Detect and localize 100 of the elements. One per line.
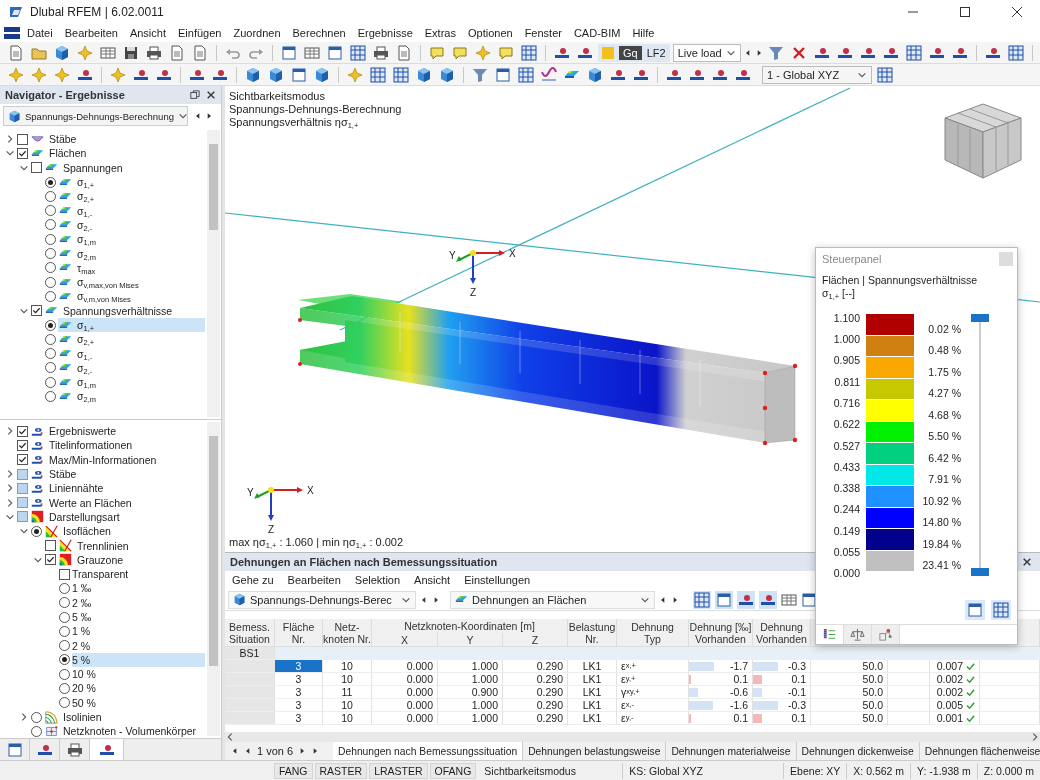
status-toggle[interactable]: LRASTER <box>369 762 428 779</box>
flag-icon[interactable] <box>4 27 20 39</box>
radio-button[interactable] <box>45 376 56 388</box>
grid-icon[interactable] <box>877 66 893 83</box>
panel-tab[interactable] <box>872 625 900 644</box>
module-dropdown[interactable]: Spannungs-Dehnungs-Berec <box>228 590 416 609</box>
table-cell[interactable]: 3 <box>275 686 323 699</box>
tree-item[interactable]: 2 % <box>72 638 205 653</box>
bubble-icon[interactable] <box>452 44 468 61</box>
scrollbar[interactable] <box>207 422 220 736</box>
tree-item[interactable]: 5 % <box>72 652 205 668</box>
result-type-dropdown[interactable]: Dehnungen an Flächen <box>450 590 655 609</box>
radio-button[interactable] <box>45 262 56 274</box>
window-icon[interactable] <box>495 66 511 83</box>
tree-item[interactable]: Netzknoten - Volumenkörper <box>44 724 205 738</box>
grid-icon[interactable] <box>905 44 922 61</box>
tree-item[interactable]: Grauzone <box>58 552 205 567</box>
panel-tab[interactable] <box>844 625 872 644</box>
checkbox[interactable] <box>17 425 28 437</box>
radio-button[interactable] <box>45 319 56 331</box>
radio-button[interactable] <box>45 348 56 360</box>
bubble-icon[interactable] <box>429 44 445 61</box>
previous-icon[interactable] <box>194 111 202 121</box>
module-dropdown[interactable]: Spannungs-Dehnungs-Berechnung <box>3 106 188 126</box>
menu-item[interactable]: Bearbeiten <box>59 26 123 40</box>
previous-page-icon[interactable] <box>244 746 252 756</box>
table-icon[interactable] <box>781 591 797 608</box>
bubble-icon[interactable] <box>498 44 514 61</box>
table-cell[interactable]: 3 <box>275 660 323 673</box>
grid-icon[interactable] <box>370 66 386 83</box>
tree-item[interactable]: Flächen <box>30 146 205 161</box>
table-icon[interactable] <box>100 44 116 61</box>
tree-item[interactable]: σ$_{2,+}$ <box>58 189 205 204</box>
grid-icon[interactable] <box>393 66 409 83</box>
checkbox[interactable] <box>17 511 28 523</box>
cube-icon[interactable] <box>439 66 455 83</box>
document-icon[interactable] <box>192 44 208 61</box>
grid-icon[interactable] <box>694 591 710 608</box>
radio-button[interactable] <box>45 276 56 288</box>
tree-item[interactable]: 50 % <box>72 695 205 710</box>
radio-button[interactable] <box>59 683 70 694</box>
document-icon[interactable] <box>8 44 24 61</box>
restore-icon[interactable] <box>190 90 200 100</box>
checkbox[interactable] <box>17 439 28 451</box>
radio-button[interactable] <box>45 391 56 402</box>
horizontal-scrollbar[interactable] <box>225 732 1040 742</box>
tree-item[interactable]: σ$_{2,m}$ <box>58 389 205 404</box>
tree-item[interactable]: Isolinien <box>44 709 205 725</box>
menu-item[interactable]: Einfügen <box>173 26 227 40</box>
checkbox[interactable] <box>59 568 70 580</box>
radio-button[interactable] <box>59 611 70 623</box>
cube-icon[interactable] <box>314 66 330 83</box>
document-icon[interactable] <box>169 44 185 61</box>
tree-item[interactable]: σ$_{1,m}$ <box>58 375 205 390</box>
radio-button[interactable] <box>59 668 70 680</box>
close-icon[interactable] <box>206 90 216 100</box>
checkbox[interactable] <box>17 482 28 494</box>
tree-item[interactable]: σ$_{1,-}$ <box>58 203 205 218</box>
window-icon[interactable] <box>967 602 983 618</box>
tree-item[interactable]: Trennlinien <box>58 538 205 553</box>
tree-item[interactable]: σ$_{v,m,von Mises}$ <box>58 289 205 304</box>
tree-item[interactable]: σ$_{2,+}$ <box>58 332 205 347</box>
tree-item[interactable]: σ$_{1,+}$ <box>58 317 205 333</box>
range-handle[interactable] <box>971 314 989 322</box>
wave-icon[interactable] <box>541 66 557 83</box>
cross-icon[interactable] <box>790 44 807 61</box>
tree-item[interactable]: σ$_{2,-}$ <box>58 360 205 376</box>
checkbox[interactable] <box>17 133 28 145</box>
radio-button[interactable] <box>45 248 56 259</box>
menu-item[interactable]: Fenster <box>519 26 567 40</box>
menu-item[interactable]: Extras <box>419 26 461 40</box>
menu-item[interactable]: Einstellungen <box>459 573 536 587</box>
funnel-icon[interactable] <box>472 66 488 83</box>
load-case-dropdown[interactable]: Live load <box>672 43 741 62</box>
radio-button[interactable] <box>31 725 42 737</box>
tree-item[interactable]: Max/Min-Informationen <box>30 452 205 467</box>
window-icon[interactable] <box>327 44 343 61</box>
tree-item[interactable]: 5 ‰ <box>72 609 205 625</box>
menu-item[interactable]: Hilfe <box>627 26 660 40</box>
table-icon[interactable] <box>304 44 320 61</box>
window-icon[interactable] <box>281 44 297 61</box>
radio-button[interactable] <box>59 582 70 594</box>
cube-icon[interactable] <box>245 66 261 83</box>
checkbox[interactable] <box>17 468 28 480</box>
radio-button[interactable] <box>45 333 56 345</box>
panel-tab[interactable] <box>816 625 844 644</box>
printer-icon[interactable] <box>146 44 162 61</box>
tree-item[interactable]: Stäbe <box>30 132 205 147</box>
status-toggle[interactable]: RASTER <box>314 762 368 779</box>
tree-item[interactable]: Liniennähte <box>30 481 205 496</box>
tree-item[interactable]: 20 % <box>72 681 205 696</box>
view-cube-icon[interactable] <box>944 103 1022 179</box>
tab[interactable]: Dehnungen nach Bemessungssituation <box>333 742 524 760</box>
radio-button[interactable] <box>31 525 42 537</box>
tree-item[interactable]: Werte an Flächen <box>30 495 205 510</box>
first-page-icon[interactable] <box>231 746 239 756</box>
menu-item[interactable]: CAD-BIM <box>568 26 626 40</box>
menu-item[interactable]: Optionen <box>462 26 518 40</box>
tree-item[interactable]: Isoflächen <box>44 524 205 539</box>
tree-item[interactable]: σ$_{2,m}$ <box>58 246 205 261</box>
